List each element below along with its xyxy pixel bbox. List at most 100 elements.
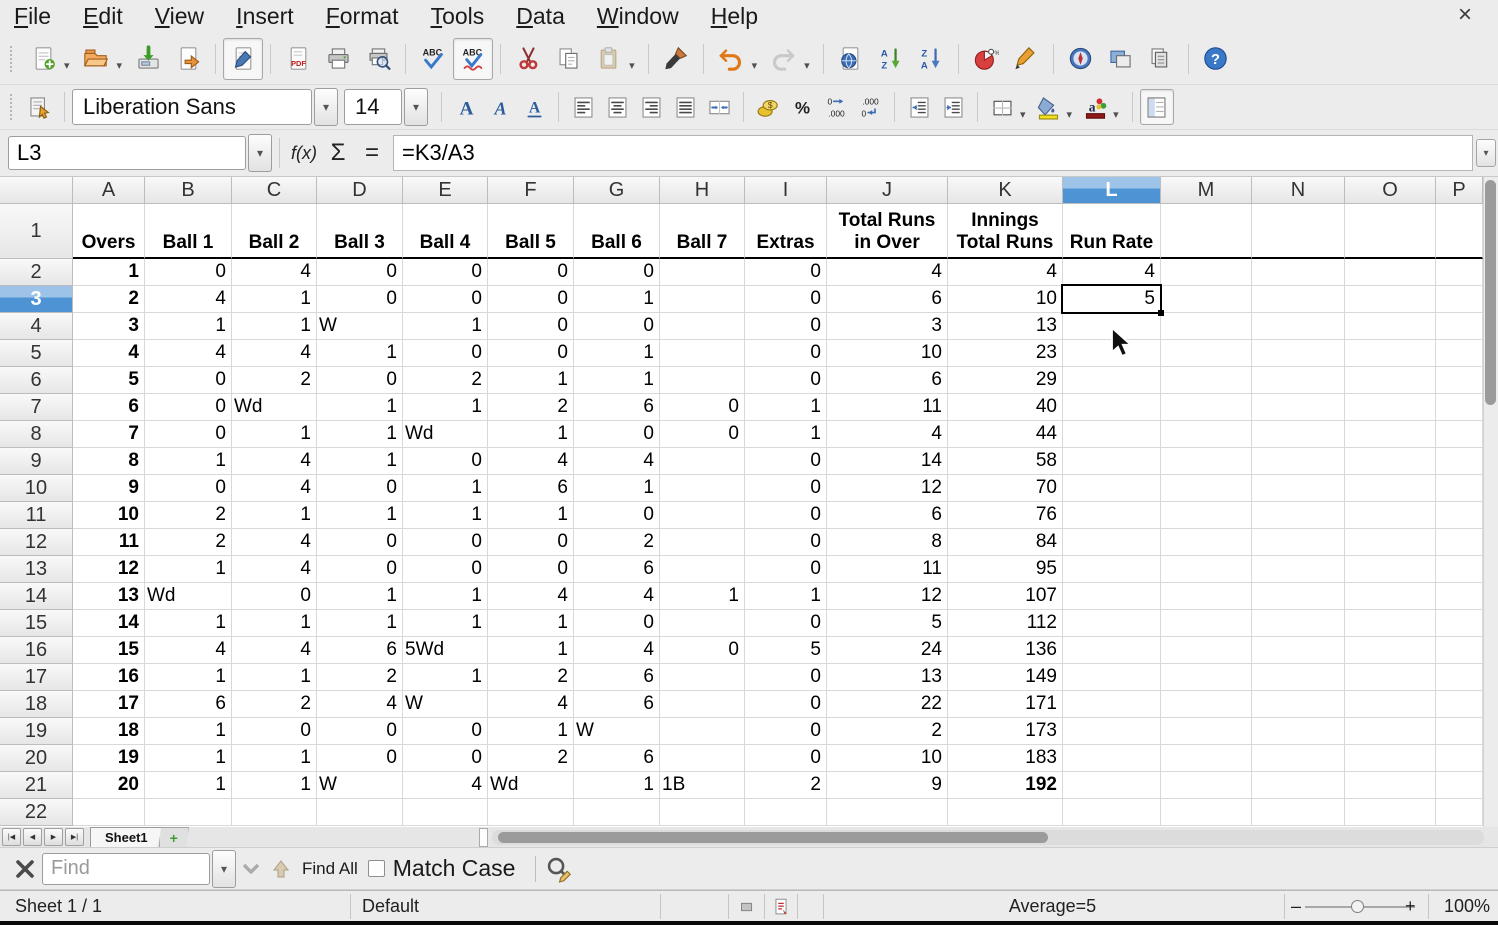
cell-K17[interactable]: 149 bbox=[948, 664, 1063, 691]
cell-O21[interactable] bbox=[1345, 772, 1436, 799]
cell-D17[interactable]: 2 bbox=[317, 664, 403, 691]
cell-M5[interactable] bbox=[1161, 340, 1252, 367]
cell-P19[interactable] bbox=[1436, 718, 1483, 745]
cell-N18[interactable] bbox=[1252, 691, 1345, 718]
cell-G12[interactable]: 2 bbox=[574, 529, 660, 556]
cell-J17[interactable]: 13 bbox=[827, 664, 948, 691]
align-justify-icon[interactable] bbox=[668, 89, 702, 125]
cell-A11[interactable]: 10 bbox=[73, 502, 145, 529]
menu-view[interactable]: View bbox=[155, 3, 221, 30]
cell-C9[interactable]: 4 bbox=[232, 448, 317, 475]
save-icon[interactable] bbox=[128, 38, 168, 80]
cell-N10[interactable] bbox=[1252, 475, 1345, 502]
column-header-N[interactable]: N bbox=[1252, 177, 1345, 204]
cell-H10[interactable] bbox=[660, 475, 745, 502]
cell-M9[interactable] bbox=[1161, 448, 1252, 475]
cell-M7[interactable] bbox=[1161, 394, 1252, 421]
cell-C15[interactable]: 1 bbox=[232, 610, 317, 637]
cell-F19[interactable]: 1 bbox=[488, 718, 574, 745]
cell-O4[interactable] bbox=[1345, 313, 1436, 340]
increase-indent-icon[interactable] bbox=[936, 89, 970, 125]
menu-window[interactable]: Window bbox=[597, 3, 696, 30]
sheet-tab-sheet1[interactable]: Sheet1 bbox=[90, 827, 163, 847]
cell-G6[interactable]: 1 bbox=[574, 367, 660, 394]
cell-F10[interactable]: 6 bbox=[488, 475, 574, 502]
cell-H20[interactable] bbox=[660, 745, 745, 772]
cell-D9[interactable]: 1 bbox=[317, 448, 403, 475]
cell-C22[interactable] bbox=[232, 799, 317, 826]
sort-descending-icon[interactable]: ZA bbox=[911, 38, 951, 80]
cell-A9[interactable]: 8 bbox=[73, 448, 145, 475]
cell-H17[interactable] bbox=[660, 664, 745, 691]
cell-K12[interactable]: 84 bbox=[948, 529, 1063, 556]
cell-E20[interactable]: 0 bbox=[403, 745, 488, 772]
menu-insert[interactable]: Insert bbox=[236, 3, 311, 30]
cell-N4[interactable] bbox=[1252, 313, 1345, 340]
column-header-F[interactable]: F bbox=[488, 177, 574, 204]
cell-P3[interactable] bbox=[1436, 286, 1483, 313]
cell-L21[interactable] bbox=[1063, 772, 1161, 799]
cell-B20[interactable]: 1 bbox=[145, 745, 232, 772]
cell-K4[interactable]: 13 bbox=[948, 313, 1063, 340]
cell-I14[interactable]: 1 bbox=[745, 583, 827, 610]
cell-L14[interactable] bbox=[1063, 583, 1161, 610]
cell-C21[interactable]: 1 bbox=[232, 772, 317, 799]
cell-G16[interactable]: 4 bbox=[574, 637, 660, 664]
cell-O1[interactable] bbox=[1345, 204, 1436, 259]
cell-P16[interactable] bbox=[1436, 637, 1483, 664]
cell-I22[interactable] bbox=[745, 799, 827, 826]
delete-decimal-icon[interactable]: .0000 bbox=[853, 89, 887, 125]
cell-A18[interactable]: 17 bbox=[73, 691, 145, 718]
cell-B9[interactable]: 1 bbox=[145, 448, 232, 475]
cell-J15[interactable]: 5 bbox=[827, 610, 948, 637]
row-header-3[interactable]: 3 bbox=[0, 286, 73, 313]
cell-P10[interactable] bbox=[1436, 475, 1483, 502]
redo-dropdown[interactable]: ▾ bbox=[804, 59, 810, 72]
cell-J22[interactable] bbox=[827, 799, 948, 826]
cell-B19[interactable]: 1 bbox=[145, 718, 232, 745]
column-header-M[interactable]: M bbox=[1161, 177, 1252, 204]
cell-B1[interactable]: Ball 1 bbox=[145, 204, 232, 259]
font-name-dropdown[interactable]: ▾ bbox=[314, 88, 338, 126]
copy-icon[interactable] bbox=[548, 38, 588, 80]
cell-C17[interactable]: 1 bbox=[232, 664, 317, 691]
cell-L6[interactable] bbox=[1063, 367, 1161, 394]
row-header-11[interactable]: 11 bbox=[0, 502, 73, 529]
cell-M15[interactable] bbox=[1161, 610, 1252, 637]
cell-E16[interactable]: 5Wd bbox=[403, 637, 488, 664]
cell-F3[interactable]: 0 bbox=[488, 286, 574, 313]
cell-K14[interactable]: 107 bbox=[948, 583, 1063, 610]
document-modified-icon[interactable] bbox=[770, 891, 792, 922]
cell-P2[interactable] bbox=[1436, 259, 1483, 286]
cell-I13[interactable]: 0 bbox=[745, 556, 827, 583]
cell-C13[interactable]: 4 bbox=[232, 556, 317, 583]
cell-P1[interactable] bbox=[1436, 204, 1483, 259]
font-color-icon[interactable]: a bbox=[1078, 89, 1112, 125]
cell-D5[interactable]: 1 bbox=[317, 340, 403, 367]
cell-G17[interactable]: 6 bbox=[574, 664, 660, 691]
cell-D20[interactable]: 0 bbox=[317, 745, 403, 772]
match-case-label[interactable]: Match Case bbox=[393, 855, 516, 882]
cell-K8[interactable]: 44 bbox=[948, 421, 1063, 448]
zoom-out-button[interactable]: – bbox=[1291, 891, 1301, 922]
cell-B21[interactable]: 1 bbox=[145, 772, 232, 799]
cell-I12[interactable]: 0 bbox=[745, 529, 827, 556]
cell-N2[interactable] bbox=[1252, 259, 1345, 286]
find-next-icon[interactable] bbox=[236, 853, 266, 885]
cell-O10[interactable] bbox=[1345, 475, 1436, 502]
cell-O20[interactable] bbox=[1345, 745, 1436, 772]
underline-icon[interactable]: A bbox=[517, 89, 551, 125]
cell-B8[interactable]: 0 bbox=[145, 421, 232, 448]
formula-bar-expand-icon[interactable]: ▾ bbox=[1476, 139, 1496, 167]
cell-L15[interactable] bbox=[1063, 610, 1161, 637]
cell-K19[interactable]: 173 bbox=[948, 718, 1063, 745]
cell-H16[interactable]: 0 bbox=[660, 637, 745, 664]
cell-N1[interactable] bbox=[1252, 204, 1345, 259]
cell-A21[interactable]: 20 bbox=[73, 772, 145, 799]
cell-E8[interactable]: Wd bbox=[403, 421, 488, 448]
cell-D13[interactable]: 0 bbox=[317, 556, 403, 583]
cell-H19[interactable] bbox=[660, 718, 745, 745]
row-header-16[interactable]: 16 bbox=[0, 637, 73, 664]
grid-corner-box[interactable] bbox=[0, 177, 73, 204]
italic-icon[interactable]: A bbox=[483, 89, 517, 125]
